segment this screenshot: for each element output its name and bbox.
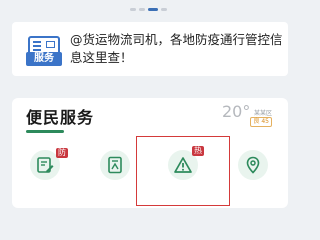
epidemic-badge: 防	[56, 148, 68, 158]
carousel-dot[interactable]	[161, 8, 167, 11]
carousel-indicator	[0, 8, 300, 12]
carousel-dot[interactable]	[130, 8, 136, 11]
title-underline	[26, 130, 64, 133]
air-quality-badge: 良 45	[250, 117, 272, 127]
document-icon	[108, 156, 122, 174]
location-pin-icon	[246, 156, 260, 174]
service-badge: 服务	[26, 52, 62, 66]
weather-location: 某某区	[253, 110, 272, 117]
service-item-transport-pass[interactable]: 防	[30, 148, 68, 180]
section-title: 便民服务	[26, 108, 95, 127]
notice-text: @货运物流司机，各地防疫通行管控信息这里查！	[70, 32, 283, 65]
carousel-dot-active[interactable]	[148, 8, 158, 11]
service-item-location[interactable]	[238, 150, 268, 180]
carousel-dot[interactable]	[139, 8, 145, 11]
logistics-notice-banner[interactable]: 服务 @货运物流司机，各地防疫通行管控信息这里查！	[12, 22, 288, 76]
temperature: 20°	[222, 102, 251, 121]
highlight-box	[136, 136, 230, 206]
weather-widget[interactable]: 20° 某某区 良 45	[222, 102, 272, 132]
service-item-document[interactable]	[100, 150, 130, 180]
transport-pass-icon	[37, 157, 54, 173]
